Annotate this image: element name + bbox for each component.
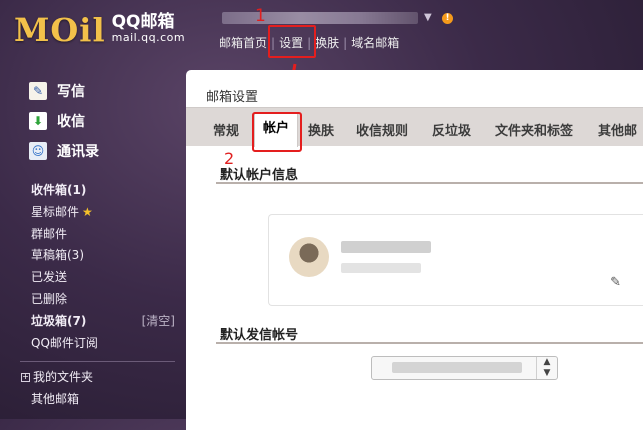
annotation-highlight-settings	[268, 25, 316, 58]
nav-home-link[interactable]: 邮箱首页	[219, 34, 267, 51]
section-default-sender: 默认发信帐号	[220, 328, 299, 343]
folder-spam-label: 垃圾箱(7)	[31, 313, 87, 328]
sidebar: ✎ 写信 ⬇ 收信 ☺ 通讯录 收件箱(1) 星标邮件 ★ 群邮件 草稿箱(3) …	[0, 76, 185, 411]
tab-receive-rules[interactable]: 收信规则	[356, 120, 408, 139]
annotation-highlight-account-tab	[252, 112, 302, 152]
star-icon: ★	[82, 204, 93, 219]
page-title: 邮箱设置	[206, 90, 259, 105]
tab-skin[interactable]: 换肤	[308, 120, 334, 139]
logo-url: mail.qq.com	[111, 31, 186, 44]
folder-list: 收件箱(1) 星标邮件 ★ 群邮件 草稿箱(3) 已发送 已删除 垃圾箱(7) [清…	[0, 180, 185, 411]
write-icon: ✎	[29, 82, 47, 100]
tab-general[interactable]: 常规	[213, 120, 239, 139]
account-name-redacted[interactable]	[222, 12, 418, 24]
folder-group-mail[interactable]: 群邮件	[0, 224, 185, 246]
account-name-redacted	[341, 241, 431, 253]
qq-mail-logo[interactable]: MOil QQ邮箱 mail.qq.com	[14, 10, 185, 50]
contacts-label: 通讯录	[57, 144, 99, 160]
tab-anti-spam[interactable]: 反垃圾	[432, 120, 471, 139]
compose-button[interactable]: ✎ 写信	[0, 76, 185, 106]
account-dropdown-icon[interactable]: ▼	[424, 12, 432, 23]
other-mailboxes-item[interactable]: 其他邮箱	[0, 389, 185, 411]
expand-icon[interactable]: +	[21, 373, 30, 383]
folder-subscriptions[interactable]: QQ邮件订阅	[0, 333, 185, 355]
folder-drafts[interactable]: 草稿箱(3)	[0, 245, 185, 267]
nav-skin-link[interactable]: 换肤	[315, 34, 339, 51]
annotation-step-1: 1	[255, 6, 266, 26]
folder-spam[interactable]: 垃圾箱(7) [清空]	[0, 311, 185, 333]
contacts-icon: ☺	[29, 142, 47, 160]
select-caret-icon: ▲ ▼	[536, 357, 557, 379]
compose-label: 写信	[57, 84, 85, 100]
receive-button[interactable]: ⬇ 收信	[0, 106, 185, 136]
inbox-download-icon: ⬇	[29, 112, 47, 130]
tab-folders-labels[interactable]: 文件夹和标签	[495, 120, 573, 139]
section-divider	[216, 342, 643, 344]
edit-pencil-icon[interactable]: ✎	[610, 275, 621, 290]
default-sender-select[interactable]: ▲ ▼	[371, 356, 558, 380]
logo-text: QQ邮箱 mail.qq.com	[111, 12, 186, 45]
folder-inbox[interactable]: 收件箱(1)	[0, 180, 185, 202]
warning-icon[interactable]: !	[442, 13, 453, 24]
empty-spam-link[interactable]: [清空]	[142, 311, 175, 333]
default-sender-value-redacted	[392, 362, 522, 373]
section-divider	[216, 182, 643, 184]
avatar	[289, 237, 329, 277]
folder-starred-label: 星标邮件	[31, 204, 80, 219]
nav-domain-mail-link[interactable]: 域名邮箱	[351, 34, 399, 51]
folder-starred[interactable]: 星标邮件 ★	[0, 202, 185, 224]
logo-title: QQ邮箱	[111, 12, 175, 32]
folder-sent[interactable]: 已发送	[0, 267, 185, 289]
tab-other[interactable]: 其他邮	[598, 120, 637, 139]
my-folders-item[interactable]: + 我的文件夹	[0, 367, 185, 389]
folder-deleted[interactable]: 已删除	[0, 289, 185, 311]
account-card: ✎	[268, 214, 643, 306]
contacts-button[interactable]: ☺ 通讯录	[0, 136, 185, 166]
annotation-step-2: 2	[224, 149, 235, 168]
nav-separator: |	[343, 35, 348, 50]
logo-mark: MOil	[14, 11, 106, 49]
sidebar-divider	[20, 361, 175, 363]
my-folders-label: 我的文件夹	[33, 370, 94, 385]
receive-label: 收信	[57, 114, 85, 130]
account-email-redacted	[341, 263, 421, 273]
